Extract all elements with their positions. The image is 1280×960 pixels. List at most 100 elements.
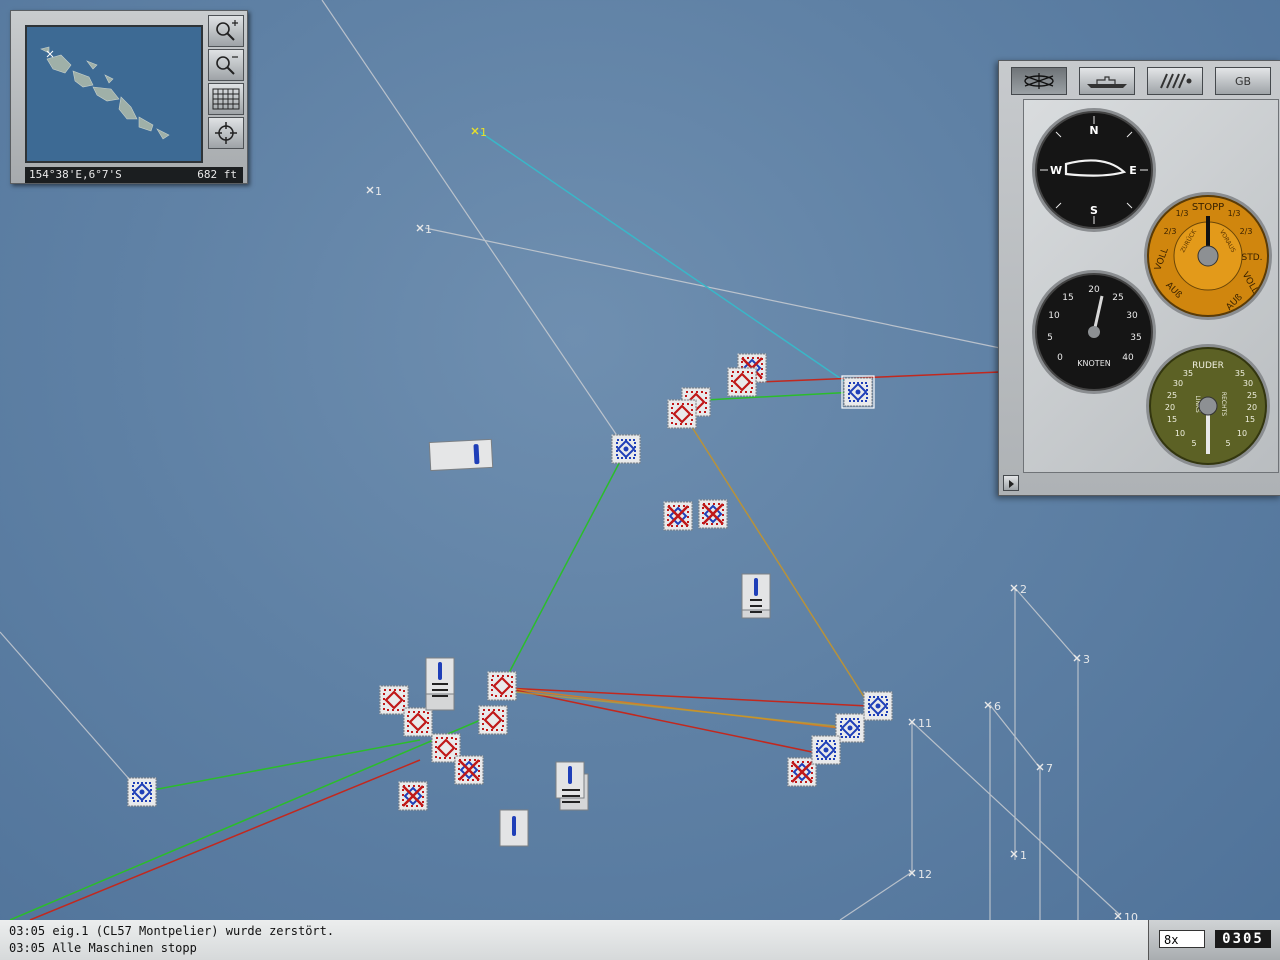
svg-text:1/3: 1/3 [1176, 209, 1189, 218]
enemy-ship-unit[interactable] [668, 400, 696, 428]
svg-text:2/3: 2/3 [1240, 227, 1253, 236]
waypoint-marker[interactable]: 6 [984, 700, 1001, 713]
svg-text:15: 15 [1167, 415, 1177, 424]
svg-text:40: 40 [1122, 353, 1134, 363]
coordinates-text: 154°38'E,6°7'S [29, 168, 122, 181]
svg-text:0: 0 [1057, 353, 1063, 363]
svg-text:25: 25 [1167, 391, 1177, 400]
time-controls: 8x 0305 [1148, 920, 1280, 960]
grid-icon [212, 88, 240, 110]
coordinate-readout: 154°38'E,6°7'S 682 ft [25, 167, 243, 183]
sunk-enemy-unit[interactable] [455, 756, 483, 784]
svg-text:5: 5 [1225, 439, 1230, 448]
submarine-unit[interactable] [499, 809, 529, 847]
svg-text:5: 5 [1191, 439, 1196, 448]
log-line: 03:05 Alle Maschinen stopp [9, 941, 197, 955]
svg-text:11: 11 [918, 717, 932, 730]
tab-gb-label: GB [1234, 74, 1252, 88]
svg-text:7: 7 [1046, 762, 1053, 775]
waypoint-marker[interactable]: 3 [1073, 653, 1090, 666]
svg-text:10: 10 [1124, 911, 1138, 920]
course-lines [9, 131, 1001, 920]
instrument-panel: GB N E S W STOPP 1/3 2/3 1/3 2/3 VOLL ST… [998, 60, 1280, 496]
friendly-ship-unit[interactable] [128, 778, 156, 806]
waypoint-marker[interactable]: 1 [1010, 849, 1027, 862]
magnifier-plus-icon [216, 20, 238, 41]
overview-map[interactable] [25, 25, 203, 163]
tab-gb[interactable]: GB [1215, 67, 1271, 95]
svg-text:STD.: STD. [1241, 253, 1262, 263]
svg-text:20: 20 [1088, 285, 1100, 295]
enemy-ship-unit[interactable] [728, 368, 756, 396]
svg-text:STOPP: STOPP [1192, 202, 1224, 213]
grid-toggle-button[interactable] [208, 83, 244, 115]
ship-silhouette-icon [1087, 76, 1127, 88]
svg-text:35: 35 [1130, 333, 1141, 343]
svg-text:12: 12 [918, 868, 932, 881]
compass-west: W [1050, 164, 1062, 177]
center-view-button[interactable] [208, 117, 244, 149]
zoom-in-button[interactable] [208, 15, 244, 47]
svg-text:3: 3 [1083, 653, 1090, 666]
svg-text:10: 10 [1237, 429, 1247, 438]
engine-telegraph[interactable]: STOPP 1/3 2/3 1/3 2/3 VOLL STD. VOLL AUß… [1144, 192, 1272, 320]
tab-weapons[interactable] [1147, 67, 1203, 95]
time-compression-field[interactable]: 8x [1159, 930, 1205, 948]
waypoint-marker[interactable]: 1 [471, 126, 487, 139]
enemy-ship-unit[interactable] [404, 708, 432, 736]
rudder-gauge[interactable]: RUDER 35 30 25 20 15 10 5 35 30 25 20 15… [1146, 344, 1270, 468]
friendly-ship-unit[interactable] [812, 736, 840, 764]
enemy-ship-unit[interactable] [488, 672, 516, 700]
tab-ship[interactable] [1079, 67, 1135, 95]
compass-north: N [1089, 124, 1098, 137]
ship-helm-icon [1024, 73, 1054, 89]
panel-collapse-button[interactable] [1003, 475, 1019, 491]
zoom-out-button[interactable] [208, 49, 244, 81]
svg-text:20: 20 [1247, 403, 1257, 412]
svg-text:35: 35 [1183, 369, 1193, 378]
enemy-ship-unit[interactable] [479, 706, 507, 734]
magnifier-minus-icon [216, 56, 238, 75]
speed-unit-label: KNOTEN [1077, 359, 1110, 368]
arrow-right-icon [1009, 480, 1014, 488]
waypoint-marker[interactable]: 1 [416, 223, 432, 236]
sunk-enemy-unit[interactable] [399, 782, 427, 810]
compass-south: S [1090, 204, 1098, 217]
tab-helm[interactable] [1011, 67, 1067, 95]
friendly-ship-unit[interactable] [612, 435, 640, 463]
friendly-ship-unit[interactable] [841, 375, 875, 409]
minimap-panel: 154°38'E,6°7'S 682 ft [10, 10, 248, 184]
svg-text:10: 10 [1175, 429, 1185, 438]
svg-text:1/3: 1/3 [1228, 209, 1241, 218]
svg-text:10: 10 [1048, 311, 1060, 321]
waypoint-marker[interactable]: 1 [366, 185, 382, 198]
svg-text:30: 30 [1243, 379, 1253, 388]
svg-text:2/3: 2/3 [1164, 227, 1177, 236]
svg-text:RUDER: RUDER [1192, 361, 1224, 371]
unit-stack[interactable] [555, 761, 589, 811]
waypoint-marker[interactable]: 2 [1010, 583, 1027, 596]
svg-text:15: 15 [1062, 293, 1073, 303]
waypoint-marker[interactable]: 10 [1114, 911, 1138, 920]
svg-text:20: 20 [1165, 403, 1175, 412]
svg-text:RECHTS: RECHTS [1220, 392, 1227, 416]
game-clock: 0305 [1215, 930, 1271, 948]
weapons-icon [1160, 73, 1192, 89]
svg-text:1: 1 [375, 185, 382, 198]
svg-text:5: 5 [1047, 333, 1053, 343]
unit-stack[interactable] [425, 657, 455, 711]
svg-text:35: 35 [1235, 369, 1245, 378]
svg-text:25: 25 [1247, 391, 1257, 400]
speed-gauge: 0 5 10 15 20 25 30 35 40 KNOTEN [1032, 270, 1156, 394]
svg-text:25: 25 [1112, 293, 1123, 303]
sunk-enemy-unit[interactable] [699, 500, 727, 528]
svg-text:30: 30 [1173, 379, 1183, 388]
unit-stack[interactable] [741, 573, 771, 619]
submarine-unit[interactable] [428, 438, 494, 472]
friendly-units[interactable] [128, 375, 892, 806]
log-line: 03:05 eig.1 (CL57 Montpelier) wurde zers… [9, 924, 335, 938]
friendly-ship-unit[interactable] [864, 692, 892, 720]
svg-text:30: 30 [1126, 311, 1138, 321]
gauges-area: N E S W STOPP 1/3 2/3 1/3 2/3 VOLL STD. … [1023, 99, 1279, 473]
sunk-enemy-unit[interactable] [664, 502, 692, 530]
